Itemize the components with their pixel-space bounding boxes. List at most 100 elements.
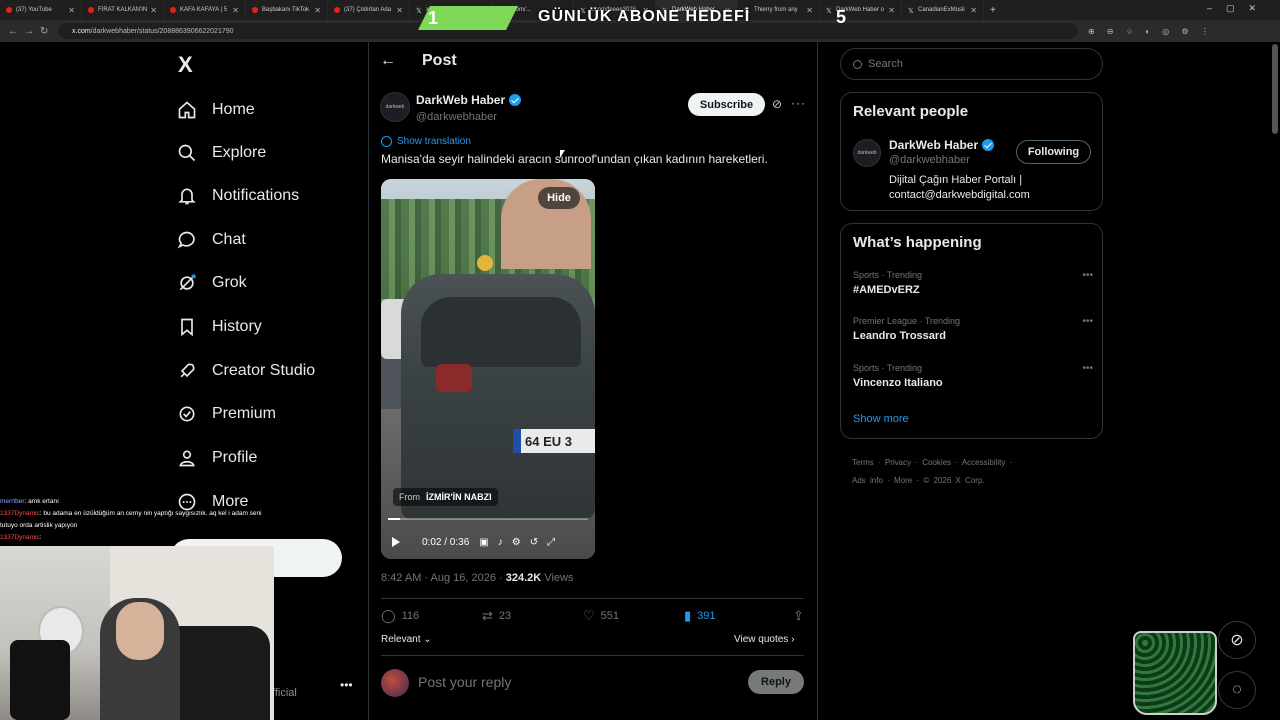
sort-dropdown[interactable]: Relevant ⌄ xyxy=(381,634,432,645)
url-field[interactable]: x.com/darkwebhaber/status/20888639066220… xyxy=(58,23,1078,39)
avatar[interactable]: darkweb xyxy=(380,92,410,122)
search-input[interactable]: Search xyxy=(840,48,1103,80)
back-arrow-icon[interactable]: ← xyxy=(380,52,396,70)
volume-icon[interactable]: ♪ xyxy=(498,537,503,548)
footer-link[interactable]: Terms xyxy=(852,458,874,467)
nav-history[interactable]: History xyxy=(176,312,262,342)
browser-tab[interactable]: KAFA KAFAYA | 5 ✕ xyxy=(164,0,246,20)
browser-tab[interactable]: Başbakanı TikTok ✕ xyxy=(246,0,328,20)
x-logo-icon[interactable]: X xyxy=(178,52,193,78)
nav-home[interactable]: Home xyxy=(176,95,255,125)
scrollbar[interactable] xyxy=(1272,44,1278,134)
new-tab-icon[interactable]: + xyxy=(990,5,996,16)
avatar[interactable]: darkweb xyxy=(853,139,881,167)
video-progress-bar[interactable] xyxy=(388,518,588,520)
video-source-badge[interactable]: From İZMİR'İN NABZI xyxy=(393,488,498,506)
footer-link[interactable]: Cookies xyxy=(922,458,951,467)
more-options-icon[interactable]: ··· xyxy=(791,96,806,110)
close-tab-icon[interactable]: ✕ xyxy=(806,6,813,15)
nav-chat[interactable]: Chat xyxy=(176,225,246,255)
card-title: What’s happening xyxy=(853,234,982,251)
browser-tab[interactable]: (37) Çıldırtan Ada ✕ xyxy=(328,0,410,20)
trend-item[interactable]: Premier League · Trending Leandro Trossa… xyxy=(853,316,1093,342)
reply-action[interactable]: ◯ 116 xyxy=(381,608,482,624)
nav-buttons-icon[interactable]: ←→↻ xyxy=(8,26,58,37)
share-icon[interactable]: ⇪ xyxy=(793,608,804,624)
following-button[interactable]: Following xyxy=(1016,140,1091,164)
nav-premium[interactable]: Premium xyxy=(176,399,276,429)
close-tab-icon[interactable]: ✕ xyxy=(150,6,157,15)
browser-tab[interactable]: 𝕏 CanadianExMusli ✕ xyxy=(902,0,984,20)
person-name[interactable]: DarkWeb Haber xyxy=(889,138,995,152)
grok-explain-icon[interactable]: ⊘ xyxy=(772,97,782,111)
trend-more-icon[interactable]: ••• xyxy=(1082,270,1093,281)
post-timestamp[interactable]: 8:42 AM · Aug 16, 2026 xyxy=(381,572,496,584)
footer-link[interactable]: Accessibility xyxy=(962,458,1006,467)
video-controls: 0:02 / 0:36 ▣ ♪ ⚙ ↺ ⤢ xyxy=(388,532,588,552)
settings-icon[interactable]: ⚙ xyxy=(512,537,521,548)
nav-notifications[interactable]: Notifications xyxy=(176,181,299,211)
play-icon[interactable] xyxy=(392,537,400,547)
divider xyxy=(381,655,804,656)
view-quotes-link[interactable]: View quotes › xyxy=(734,634,794,645)
account-label[interactable]: fficial xyxy=(272,687,297,699)
show-translation-link[interactable]: Show translation xyxy=(381,136,471,147)
post-author[interactable]: DarkWeb Haber @darkwebhaber xyxy=(416,93,522,123)
browser-tab[interactable]: 𝕏 DarkWeb Haber o ✕ xyxy=(820,0,902,20)
x-favicon-icon: 𝕏 xyxy=(908,8,914,15)
repost-action[interactable]: ⇄ 23 xyxy=(482,608,583,624)
footer-link[interactable]: Privacy xyxy=(885,458,911,467)
close-tab-icon[interactable]: ✕ xyxy=(232,6,239,15)
window-controls[interactable]: –▢✕ xyxy=(1207,3,1270,14)
footer-link[interactable]: Ads info xyxy=(852,476,883,485)
verified-icon xyxy=(176,403,198,425)
nav-creator-studio[interactable]: Creator Studio xyxy=(176,356,315,386)
close-tab-icon[interactable]: ✕ xyxy=(888,6,895,15)
close-tab-icon[interactable]: ✕ xyxy=(396,6,403,15)
extensions-icon[interactable]: ⊕ ⊖ ☆ ◐ ◎ ⚙ ⋮ xyxy=(1088,27,1214,36)
like-action[interactable]: ♡ 551 xyxy=(583,608,684,624)
browser-tab[interactable]: 𝕏x.com/... xyxy=(410,0,492,20)
bookmark-action[interactable]: ▮ 391 xyxy=(684,608,785,624)
trend-more-icon[interactable]: ••• xyxy=(1082,363,1093,374)
browser-tab[interactable]: 𝕏 Thierry from any ✕ xyxy=(738,0,820,20)
nav-profile[interactable]: Profile xyxy=(176,443,257,473)
grok-fab-icon[interactable]: ⊘ xyxy=(1218,621,1256,659)
author-name: DarkWeb Haber xyxy=(416,93,522,107)
chat-icon xyxy=(176,229,198,251)
close-tab-icon[interactable]: ✕ xyxy=(724,6,731,15)
author-handle: @darkwebhaber xyxy=(416,111,497,123)
close-tab-icon[interactable]: ✕ xyxy=(970,6,977,15)
x-favicon-icon: 𝕏 xyxy=(826,8,832,15)
subscribe-button[interactable]: Subscribe xyxy=(688,93,765,116)
loop-icon[interactable]: ↺ xyxy=(530,537,538,548)
captions-icon[interactable]: ▣ xyxy=(479,537,488,548)
browser-tab[interactable]: (37) YouTube ✕ xyxy=(0,0,82,20)
fullscreen-icon[interactable]: ⤢ xyxy=(547,537,555,548)
avatar[interactable] xyxy=(381,669,409,697)
close-tab-icon[interactable]: ✕ xyxy=(642,6,649,15)
browser-tab-active[interactable]: 𝕏 DarkWeb Haber ✕ xyxy=(656,0,738,20)
reply-input[interactable]: Post your reply xyxy=(418,674,511,690)
account-menu-icon[interactable]: ••• xyxy=(340,678,353,692)
browser-tab[interactable]: FIRAT KALKAN'IN ✕ xyxy=(82,0,164,20)
trend-item[interactable]: Sports · Trending #AMEDvERZ ••• xyxy=(853,270,1093,296)
reply-button[interactable]: Reply xyxy=(748,670,804,694)
stream-chat-overlay: merrtber: amk ertanı 1337Dynamic: bu ada… xyxy=(0,496,280,544)
trend-item[interactable]: Sports · Trending Vincenzo Italiano ••• xyxy=(853,363,1093,389)
close-tab-icon[interactable]: ✕ xyxy=(314,6,321,15)
nav-grok[interactable]: Grok xyxy=(176,268,247,298)
hide-button[interactable]: Hide xyxy=(538,187,580,209)
close-tab-icon[interactable]: ✕ xyxy=(68,6,75,15)
trend-more-icon[interactable]: ••• xyxy=(1082,316,1093,327)
browser-tab[interactable]: 𝕏x.com/... xyxy=(492,0,574,20)
show-more-link[interactable]: Show more xyxy=(853,413,909,425)
post-meta: 8:42 AM · Aug 16, 2026 · 324.2K Views xyxy=(381,572,574,584)
messages-fab-icon[interactable]: ◌ xyxy=(1218,671,1256,709)
footer-link[interactable]: More xyxy=(894,476,912,485)
post-actions: ◯ 116 ⇄ 23 ♡ 551 ▮ 391 ⇪ xyxy=(381,608,804,624)
chevron-right-icon: › xyxy=(791,634,795,645)
nav-explore[interactable]: Explore xyxy=(176,138,266,168)
webcam-overlay xyxy=(0,546,274,720)
browser-tab[interactable]: 𝕏x.com/feeee3026 ✕ xyxy=(574,0,656,20)
